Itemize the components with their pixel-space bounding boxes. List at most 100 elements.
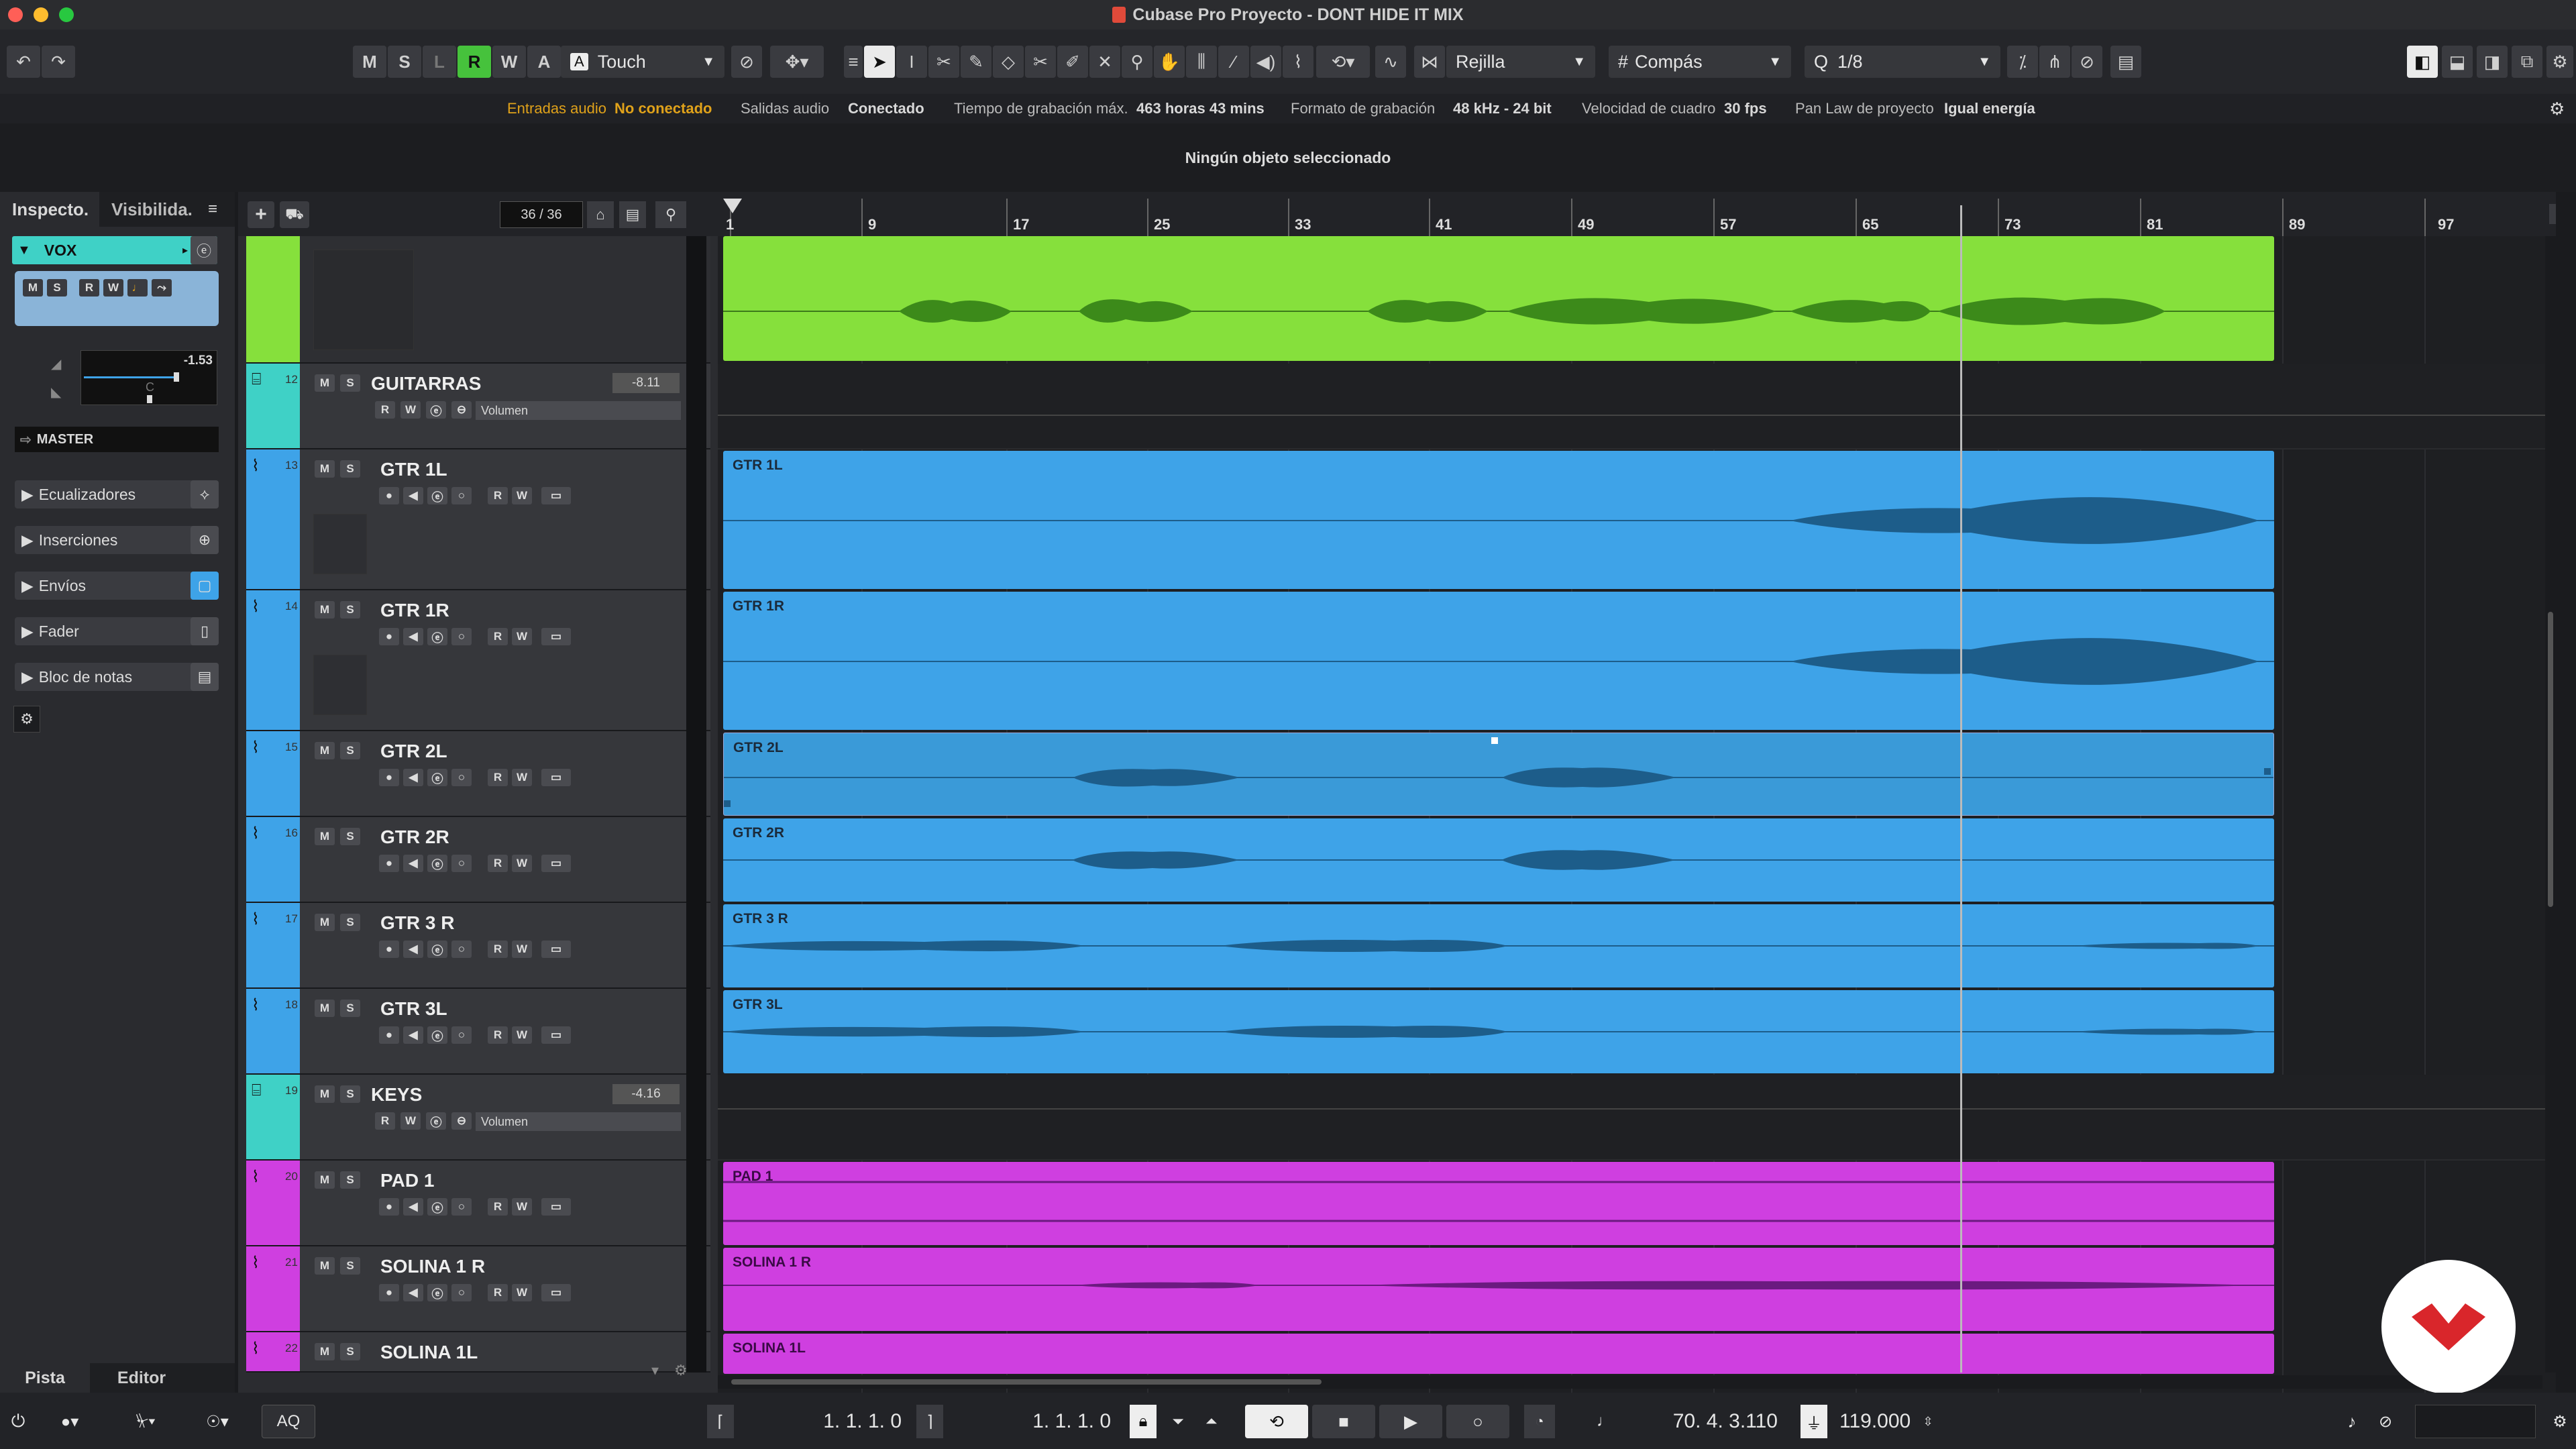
mute-button[interactable]: M — [315, 374, 335, 392]
timebase-icon[interactable]: ○ — [451, 1198, 472, 1216]
add-track-template-icon[interactable]: ⛟ — [280, 201, 309, 228]
read-button[interactable]: R — [488, 855, 508, 872]
link-icon[interactable]: ⊖ — [451, 401, 472, 419]
track-volume-value[interactable]: -8.11 — [612, 373, 680, 393]
lanes-icon[interactable]: ▭ — [541, 855, 571, 872]
constrain-icon[interactable]: ⊘ — [731, 46, 762, 78]
left-locator-display[interactable]: 1. 1. 1. 0 — [738, 1405, 906, 1438]
track-name[interactable]: GTR 1L — [380, 459, 447, 480]
track-name[interactable]: KEYS — [371, 1084, 422, 1106]
solo-button[interactable]: S — [340, 374, 360, 392]
mute-button[interactable]: M — [315, 1000, 335, 1017]
monitor-button[interactable]: ◀ — [403, 1198, 423, 1216]
timebase-icon[interactable]: ○ — [451, 628, 472, 645]
find-track-icon[interactable]: ⚲ — [655, 201, 686, 228]
split-tool-icon[interactable]: ✂ — [928, 46, 959, 78]
monitor-button[interactable]: ◀ — [403, 487, 423, 504]
write-button[interactable]: W — [512, 1284, 532, 1301]
infobar-settings-icon[interactable]: ⚙ — [2549, 99, 2565, 119]
track-row-gtr-2r[interactable]: ⌇ 16 M S GTR 2R ● ◀ ⓔ ○ R W ▭ — [246, 817, 710, 903]
track-row-gtr-1r[interactable]: ⌇ 14 M S GTR 1R ● ◀ ⓔ ○ R W ▭ — [246, 590, 710, 731]
tracklist-settings-icon[interactable]: ⚙ — [674, 1362, 688, 1379]
audio-event-gtr-2l[interactable]: GTR 2L — [723, 733, 2274, 816]
write-button[interactable]: W — [512, 487, 532, 504]
audio-event-vox[interactable] — [723, 236, 2274, 361]
solo-mode-button[interactable]: S — [388, 46, 421, 78]
write-button[interactable]: W — [512, 628, 532, 645]
window-layout-icon[interactable]: ⧉ — [2512, 46, 2542, 78]
tab-visibility[interactable]: Visibilida. — [101, 192, 201, 227]
vertical-scrollbar[interactable] — [2545, 236, 2556, 1373]
solo-button[interactable]: S — [340, 1000, 360, 1017]
redo-icon[interactable]: ↷ — [42, 46, 75, 78]
activate-project-icon[interactable]: ⏻ — [3, 1405, 34, 1438]
metronome-icon[interactable]: ♪ — [2337, 1405, 2367, 1438]
read-button[interactable]: R — [488, 1284, 508, 1301]
lanes-icon[interactable]: ▭ — [541, 941, 571, 958]
record-enable-button[interactable]: ● — [379, 487, 399, 504]
record-enable-button[interactable]: ● — [379, 941, 399, 958]
object-selection-tool-icon[interactable]: ➤ — [864, 46, 895, 78]
edit-icon[interactable]: ⓔ — [427, 1198, 447, 1216]
record-enable-button[interactable]: ● — [379, 855, 399, 872]
project-window-event-display[interactable]: 1 9 17 25 33 41 49 57 65 73 81 89 97 ▼ G… — [718, 192, 2556, 1393]
timebase-icon[interactable]: ○ — [451, 769, 472, 786]
time-display-icon[interactable]: ◔ — [1524, 1405, 1555, 1438]
right-zone-toggle-icon[interactable]: ◨ — [2477, 46, 2508, 78]
line-tool-icon[interactable]: ∕ — [1218, 46, 1249, 78]
erase-tool-icon[interactable]: ◇ — [993, 46, 1024, 78]
draw-tool-icon[interactable]: ✐ — [1057, 46, 1088, 78]
vertical-scroll-thumb[interactable] — [2548, 612, 2553, 907]
hand-tool-icon[interactable]: ✋ — [1154, 46, 1185, 78]
section-fader[interactable]: ▶ Fader ▯ — [15, 617, 219, 645]
show-track-icon[interactable]: ⌂ — [587, 201, 614, 228]
inspector-track-header[interactable]: ▼ VOX ▸ — [12, 236, 217, 264]
edit-icon[interactable]: ⓔ — [427, 628, 447, 645]
lanes-icon[interactable]: ▭ — [541, 628, 571, 645]
range-tool-icon[interactable]: I — [896, 46, 927, 78]
track-name[interactable]: GTR 2L — [380, 741, 447, 762]
track-row-gtr-1l[interactable]: ⌇ 13 M S GTR 1L ● ◀ ⓔ ○ R W ▭ — [246, 449, 710, 590]
audio-event-gtr-3l[interactable]: GTR 3L — [723, 990, 2274, 1073]
track-row-gtr-2l[interactable]: ⌇ 15 M S GTR 2L ● ◀ ⓔ ○ R W ▭ — [246, 731, 710, 817]
mute-button[interactable]: M — [315, 1257, 335, 1275]
mute-button[interactable]: M — [315, 601, 335, 619]
lanes-icon[interactable]: ▭ — [541, 1198, 571, 1216]
toolbar-options-icon[interactable]: ▤ — [2110, 46, 2141, 78]
lanes-icon[interactable]: ▭ — [541, 1026, 571, 1044]
iterative-quantize-icon[interactable]: ⁒ — [2007, 46, 2038, 78]
track-list-options-icon[interactable]: ▤ — [619, 201, 646, 228]
mute-button[interactable]: M — [315, 742, 335, 759]
mute-button[interactable]: M — [315, 1343, 335, 1360]
read-button[interactable]: R — [375, 1112, 395, 1130]
audio-event-solina-1l[interactable]: SOLINA 1L — [723, 1334, 2274, 1374]
quantize-settings-icon[interactable]: ⋔ — [2039, 46, 2070, 78]
track-row-keys[interactable]: ⌸ 19 M S KEYS -4.16 R W ⓔ ⊖ Volumen — [246, 1075, 710, 1161]
inspector-settings-gear-icon[interactable]: ⚙ — [13, 706, 40, 733]
edit-icon[interactable]: ⓔ — [427, 1284, 447, 1301]
snap-zero-icon[interactable]: ∿ — [1375, 46, 1406, 78]
audio-event-gtr-2r[interactable]: GTR 2R — [723, 818, 2274, 902]
write-button[interactable]: W — [400, 1112, 421, 1130]
write-button[interactable]: W — [512, 1026, 532, 1044]
timebase-icon[interactable]: ○ — [451, 855, 472, 872]
edit-icon[interactable]: ⓔ — [427, 1026, 447, 1044]
monitor-button[interactable]: ◀ — [403, 1284, 423, 1301]
audio-event-pad-1[interactable]: PAD 1 — [723, 1162, 2274, 1245]
edit-icon[interactable]: ⓔ — [427, 769, 447, 786]
zoom-window-button[interactable] — [59, 7, 74, 22]
horizontal-scroll-thumb[interactable] — [731, 1379, 1322, 1385]
tab-editor[interactable]: Editor — [91, 1363, 192, 1393]
monitor-button[interactable]: ◀ — [403, 769, 423, 786]
left-locator-marker[interactable] — [723, 199, 742, 213]
write-button[interactable]: W — [512, 1198, 532, 1216]
read-button[interactable]: R — [488, 487, 508, 504]
record-enable-button[interactable]: ● — [379, 628, 399, 645]
lanes-icon[interactable]: ▭ — [541, 1284, 571, 1301]
track-name[interactable]: GTR 2R — [380, 826, 449, 848]
automation-panel-button[interactable]: A — [527, 46, 561, 78]
snap-type-dropdown[interactable]: Rejilla ▼ — [1446, 46, 1595, 78]
horizontal-scrollbar[interactable] — [718, 1375, 2542, 1389]
monitor-button[interactable]: ◀ — [403, 941, 423, 958]
record-button[interactable]: ○ — [1446, 1405, 1509, 1438]
